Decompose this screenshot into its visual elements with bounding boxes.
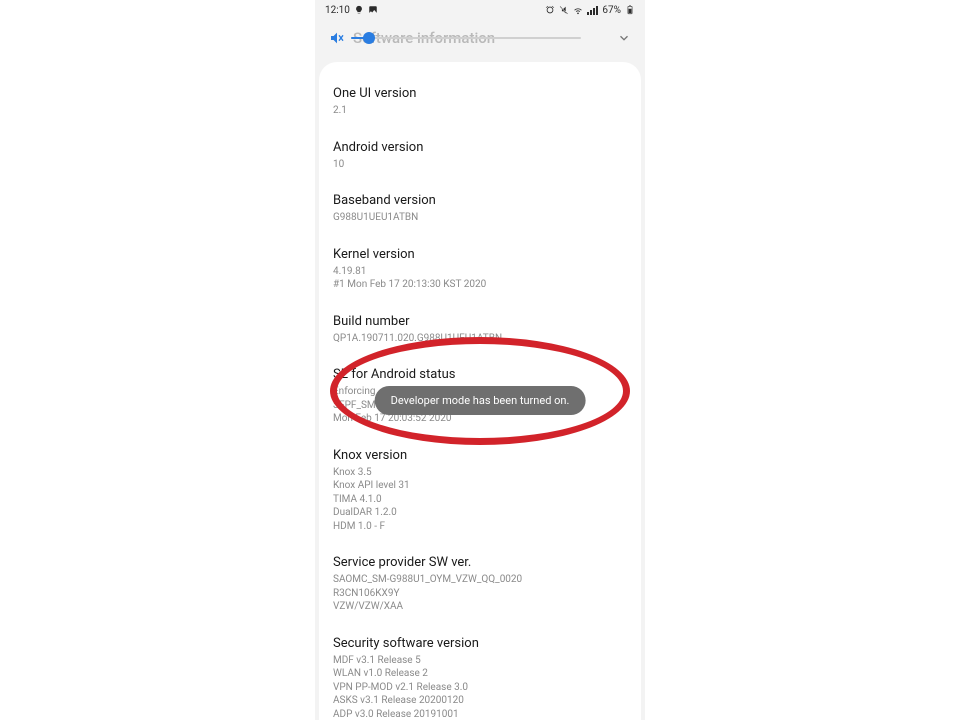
expand-button[interactable]	[613, 27, 635, 49]
item-value: WLAN v1.0 Release 2	[333, 667, 627, 681]
item-title: Kernel version	[333, 247, 627, 262]
battery-icon	[625, 5, 635, 15]
item-value: Knox API level 31	[333, 479, 627, 493]
item-baseband-version[interactable]: Baseband version G988U1UEU1ATBN	[333, 183, 627, 237]
item-value: VPN PP-MOD v2.1 Release 3.0	[333, 681, 627, 695]
item-one-ui-version[interactable]: One UI version 2.1	[333, 76, 627, 130]
vibrate-mute-icon	[559, 5, 569, 15]
item-value: 4.19.81	[333, 265, 627, 279]
item-value: VZW/VZW/XAA	[333, 600, 627, 614]
item-value: DualDAR 1.2.0	[333, 506, 627, 520]
item-title: Android version	[333, 140, 627, 155]
screenshot-stage: 12:10 67% Software information	[0, 0, 960, 720]
item-value: 10	[333, 158, 627, 172]
status-time: 12:10	[325, 5, 350, 16]
volume-thumb[interactable]	[363, 32, 375, 44]
chevron-down-icon	[617, 31, 631, 45]
status-bar: 12:10 67%	[315, 0, 645, 20]
item-service-provider-sw[interactable]: Service provider SW ver. SAOMC_SM-G988U1…	[333, 545, 627, 626]
wifi-icon	[573, 5, 583, 15]
item-build-number[interactable]: Build number QP1A.190711.020.G988U1UEU1A…	[333, 304, 627, 358]
item-title: Security software version	[333, 636, 627, 651]
alarm-icon	[545, 5, 555, 15]
battery-text: 67%	[602, 5, 621, 16]
item-title: One UI version	[333, 86, 627, 101]
item-value: R3CN106KX9Y	[333, 587, 627, 601]
toast-developer-mode: Developer mode has been turned on.	[375, 386, 586, 415]
item-value: TIMA 4.1.0	[333, 493, 627, 507]
item-android-version[interactable]: Android version 10	[333, 130, 627, 184]
item-title: Knox version	[333, 448, 627, 463]
item-value: HDM 1.0 - F	[333, 520, 627, 534]
bulb-icon	[354, 5, 364, 15]
item-value: G988U1UEU1ATBN	[333, 211, 627, 225]
item-title: Service provider SW ver.	[333, 555, 627, 570]
item-value: 2.1	[333, 104, 627, 118]
image-icon	[368, 5, 378, 15]
item-value: ADP v3.0 Release 20191001	[333, 708, 627, 720]
item-security-software-version[interactable]: Security software version MDF v3.1 Relea…	[333, 626, 627, 720]
item-value: #1 Mon Feb 17 20:13:30 KST 2020	[333, 278, 627, 292]
item-value: QP1A.190711.020.G988U1UEU1ATBN	[333, 332, 627, 346]
item-knox-version[interactable]: Knox version Knox 3.5 Knox API level 31 …	[333, 438, 627, 546]
volume-mute-icon	[329, 30, 345, 46]
item-value: SAOMC_SM-G988U1_OYM_VZW_QQ_0020	[333, 573, 627, 587]
volume-slider-overlay[interactable]	[329, 22, 581, 54]
item-value: Knox 3.5	[333, 466, 627, 480]
item-value: ASKS v3.1 Release 20200120	[333, 694, 627, 708]
item-title: Baseband version	[333, 193, 627, 208]
signal-icon	[587, 6, 598, 15]
item-value: MDF v3.1 Release 5	[333, 654, 627, 668]
volume-track[interactable]	[351, 37, 581, 39]
page-header: Software information	[315, 20, 645, 56]
phone-screen: 12:10 67% Software information	[315, 0, 645, 720]
item-kernel-version[interactable]: Kernel version 4.19.81 #1 Mon Feb 17 20:…	[333, 237, 627, 304]
item-title: Build number	[333, 314, 627, 329]
item-title: SE for Android status	[333, 367, 627, 382]
